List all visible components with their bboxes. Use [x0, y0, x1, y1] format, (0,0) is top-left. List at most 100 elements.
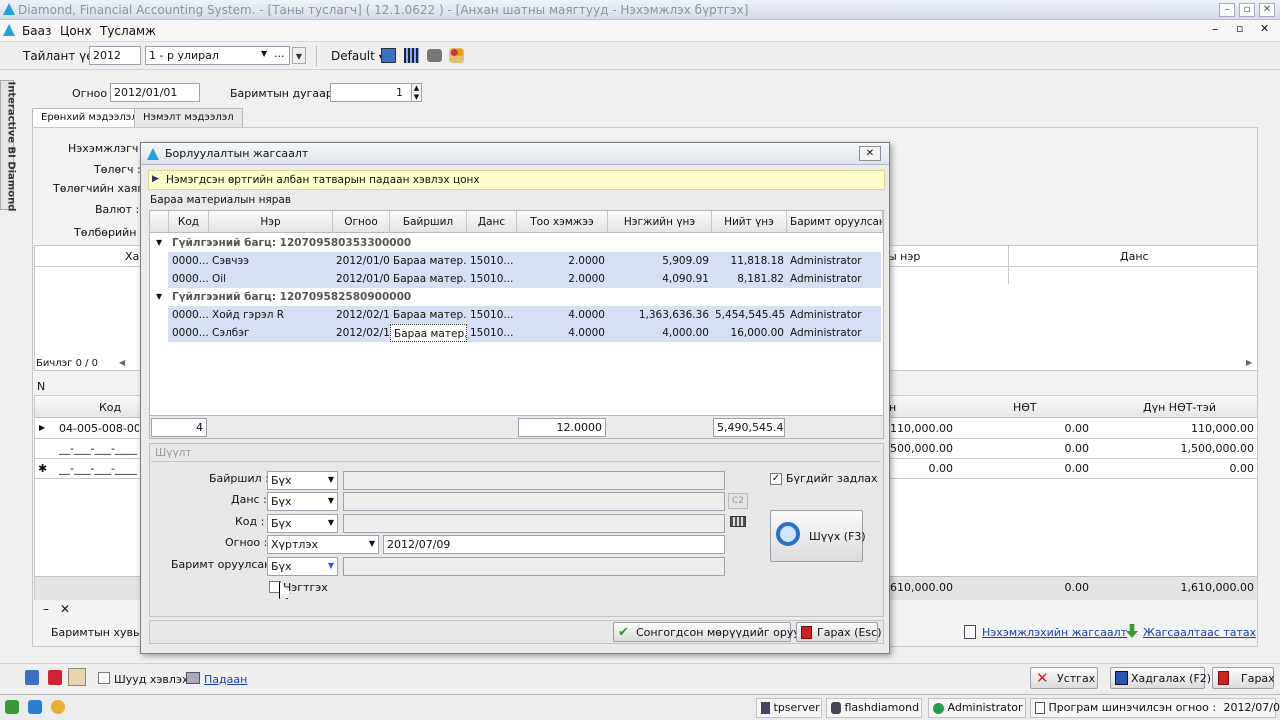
- period-value: 1 - р улирал: [149, 49, 219, 62]
- cancel-row-button[interactable]: ✕: [60, 602, 70, 616]
- year-field[interactable]: 2012: [89, 46, 141, 65]
- filter-account-value: Бүх: [271, 495, 292, 508]
- menu-database[interactable]: Бааз: [22, 24, 51, 38]
- keyboard-icon[interactable]: [730, 516, 746, 527]
- row-1-date: 2012/01/01: [336, 255, 390, 267]
- filter-divider: [151, 461, 881, 462]
- taskbar-star-icon[interactable]: [51, 700, 65, 714]
- filter-title: Шүүлт: [155, 447, 192, 459]
- row-3-location: Бараа матер...: [393, 309, 467, 321]
- row-4-code: 0000...: [172, 327, 209, 339]
- col-account[interactable]: Данс: [467, 211, 517, 233]
- document-icon: [1035, 702, 1045, 714]
- filter-date-input[interactable]: 2012/07/09: [383, 535, 725, 554]
- c2-button[interactable]: C2: [728, 493, 748, 509]
- mdi-restore-button[interactable]: ▫: [1236, 22, 1243, 35]
- lower-row-2-code[interactable]: __-___-___-____: [59, 442, 139, 455]
- remove-row-button[interactable]: –: [43, 602, 49, 616]
- exit-button[interactable]: Гарах: [1212, 667, 1275, 689]
- taskbar-blue-icon[interactable]: [28, 700, 42, 714]
- filter-code-input[interactable]: [343, 514, 725, 533]
- invoice-list-link[interactable]: Нэхэмжлэхийн жагсаалт: [982, 626, 1127, 639]
- print-icon[interactable]: [25, 670, 39, 685]
- printer-setup-icon[interactable]: [68, 668, 86, 686]
- docnum-spinner[interactable]: ▲ ▼: [411, 83, 422, 102]
- row-3-qty: 4.0000: [568, 309, 605, 321]
- lower-row-3-code[interactable]: __-___-___-____: [59, 462, 139, 475]
- tab-general[interactable]: Ерөнхий мэдээлэл: [32, 108, 147, 128]
- lower-header-total: Дүн НӨТ-тэй: [1143, 401, 1217, 414]
- footer-count: 4: [151, 418, 207, 437]
- close-button[interactable]: ✕: [1259, 3, 1275, 17]
- direct-print-box[interactable]: [98, 672, 110, 684]
- period-select[interactable]: 1 - р улирал ▼ ...: [145, 46, 290, 65]
- maximize-button[interactable]: ▫: [1239, 3, 1255, 17]
- docnum-field[interactable]: 1: [330, 83, 412, 102]
- insert-selected-button[interactable]: ✔ Сонгогдсон мөрүүдийг оруулах: [613, 622, 820, 642]
- currency-icon[interactable]: [48, 670, 62, 685]
- taskbar-user[interactable]: Administrator: [928, 698, 1026, 718]
- filter-location-select[interactable]: Бүх ▼: [267, 471, 338, 490]
- scanner-icon[interactable]: [427, 49, 442, 62]
- pull-from-list-link[interactable]: Жагсаалтаас татах: [1143, 626, 1256, 639]
- row-4-location[interactable]: Бараа матер...: [390, 324, 467, 342]
- filter-user-select[interactable]: Бүх ▼: [267, 557, 338, 576]
- calendar-check-icon[interactable]: [381, 48, 396, 63]
- col-location[interactable]: Байршил: [390, 211, 467, 233]
- taskbar-db[interactable]: flashdiamond: [826, 698, 922, 718]
- filter-account-input[interactable]: [343, 492, 725, 511]
- col-date[interactable]: Огноо: [333, 211, 390, 233]
- tab-additional[interactable]: Нэмэлт мэдээлэл: [134, 108, 243, 128]
- period-more[interactable]: ...: [274, 47, 285, 60]
- lower-row-1-code[interactable]: 04-005-008-0006: [59, 422, 139, 435]
- mdi-minimize-button[interactable]: –: [1212, 22, 1218, 36]
- barcode-icon[interactable]: [404, 48, 419, 63]
- delete-button[interactable]: ✕ Устгах: [1030, 667, 1098, 689]
- expand-all-box[interactable]: ✓: [770, 473, 782, 485]
- filter-account-select[interactable]: Бүх ▼: [267, 492, 338, 511]
- col-name[interactable]: Нэр: [209, 211, 333, 233]
- col-unit-price[interactable]: Нэгжийн үнэ: [608, 211, 712, 233]
- invoice-link[interactable]: Падаан: [204, 673, 247, 686]
- field-invoicer-label: Нэхэмжлэгч :: [68, 142, 146, 155]
- minimize-button[interactable]: –: [1219, 3, 1235, 17]
- filter-date-label: Огноо :: [225, 536, 268, 549]
- direct-print-checkbox[interactable]: [98, 672, 110, 687]
- row-3-price: 1,363,636.36: [638, 309, 709, 321]
- footer-total: 5,490,545.45: [713, 418, 785, 437]
- filter-date-mode-select[interactable]: Хүртлэх ▼: [267, 535, 379, 554]
- filter-user-input[interactable]: [343, 557, 725, 576]
- default-menu[interactable]: Default ▼: [331, 49, 385, 63]
- row-1-code: 0000...: [172, 255, 209, 267]
- mdi-close-button[interactable]: ✕: [1260, 22, 1269, 35]
- users-icon[interactable]: [449, 48, 464, 63]
- printer-icon: [186, 672, 200, 684]
- col-user[interactable]: Баримт оруулсан: [787, 211, 883, 233]
- search-button[interactable]: Шүүх (F3): [770, 510, 866, 562]
- save-button[interactable]: Хадгалах (F2): [1110, 667, 1211, 689]
- expand-all-checkbox[interactable]: ✓: [770, 471, 782, 485]
- col-code[interactable]: Код: [169, 211, 209, 233]
- filter-user-label: Баримт оруулсан :: [171, 558, 279, 571]
- vat-invoice-bar[interactable]: ▶ Нэмэгдсэн өртгийн албан татварын падаа…: [148, 170, 885, 190]
- date-field[interactable]: 2012/01/01: [110, 83, 200, 102]
- dialog-close-button[interactable]: ✕: [859, 146, 881, 161]
- menu-help[interactable]: Тусламж: [100, 24, 156, 38]
- dialog-title: Борлуулалтын жагсаалт: [165, 147, 309, 160]
- row-4-qty: 4.0000: [568, 327, 605, 339]
- menu-window[interactable]: Цонх: [60, 24, 92, 38]
- filter-code-select[interactable]: Бүх ▼: [267, 514, 338, 533]
- taskbar-program-date: Програм шинэчилсэн огноо : 2012/07/01: [1030, 698, 1280, 718]
- filter-location-input[interactable]: [343, 471, 725, 490]
- col-qty[interactable]: Тоо хэмжээ: [517, 211, 608, 233]
- taskbar-green-icon[interactable]: [5, 700, 19, 714]
- period-dropdown-button[interactable]: ▼: [292, 47, 306, 64]
- col-total-price[interactable]: Нийт үнэ: [712, 211, 787, 233]
- side-panel-tab[interactable]: Interactive BI Diamond: [0, 80, 17, 211]
- group-2-toggle-icon[interactable]: ▼: [153, 288, 165, 306]
- dialog-exit-button[interactable]: Гарах (Esc): [796, 622, 882, 642]
- scroll-right-icon[interactable]: ▶: [1246, 358, 1252, 367]
- scroll-left-icon[interactable]: ◀: [119, 358, 125, 367]
- taskbar-server[interactable]: tpserver: [756, 698, 822, 718]
- group-1-toggle-icon[interactable]: ▼: [153, 234, 165, 252]
